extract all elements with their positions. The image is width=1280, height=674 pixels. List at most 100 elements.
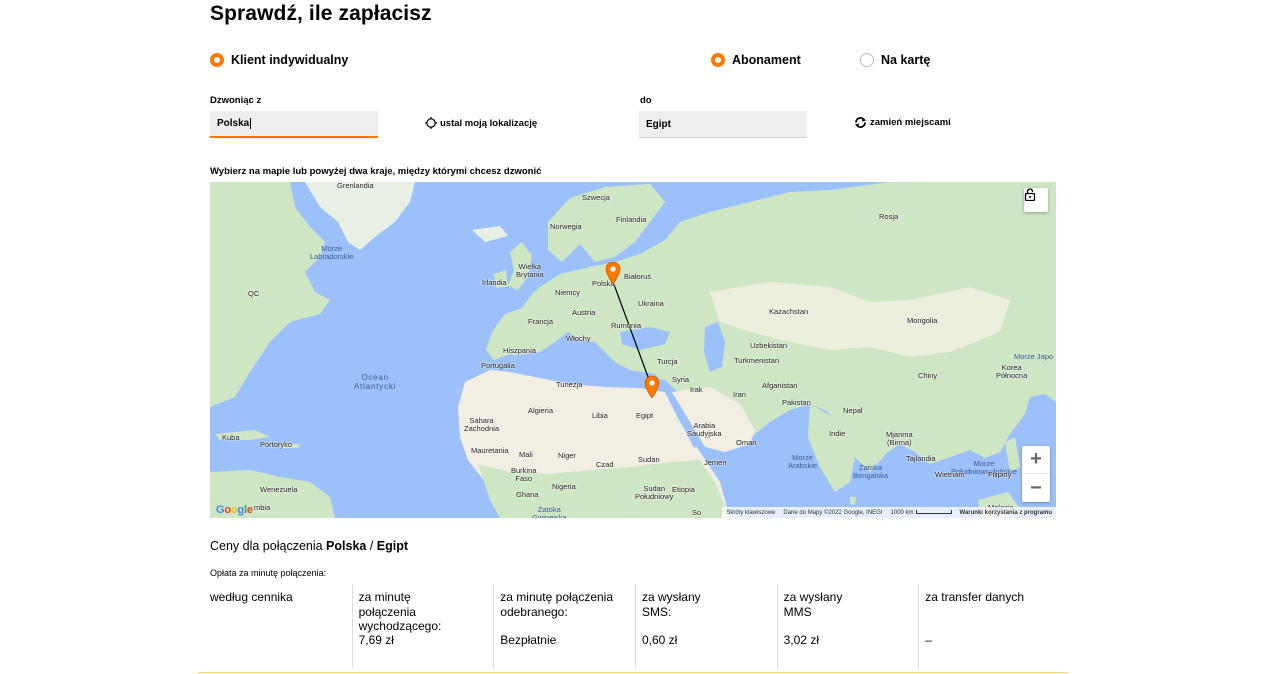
radio-prepaid[interactable]: Na kartę xyxy=(860,53,930,67)
map-label: Mongolia xyxy=(907,316,938,325)
map-pin-origin-icon[interactable] xyxy=(605,262,621,284)
terms-link[interactable]: Warunki korzystania z programu xyxy=(960,510,1052,516)
map-pin-destination-icon[interactable] xyxy=(644,376,660,398)
map-lock-button[interactable] xyxy=(1024,188,1048,212)
map-label: Mali xyxy=(519,450,533,459)
map-label: Wielka Brytania xyxy=(516,262,544,279)
page-title: Sprawdź, ile zapłacisz xyxy=(210,2,432,25)
radio-label: Abonament xyxy=(732,53,801,67)
price-column-header: według cennika xyxy=(210,590,293,604)
map-label: Wenezuela xyxy=(260,485,298,494)
from-country-value: Polska xyxy=(217,118,250,129)
map-label: Rumunia xyxy=(611,321,642,330)
map-label: Portugalia xyxy=(481,361,515,370)
map-label: Sudan Południowy xyxy=(635,484,674,501)
locate-me-label: ustal moją lokalizację xyxy=(440,117,538,129)
map-label: Oman xyxy=(736,438,757,447)
radio-selected-indicator xyxy=(711,53,725,67)
map-label: Jemen xyxy=(704,458,727,467)
map-label: Nepal xyxy=(843,406,863,415)
radio-unselected-indicator xyxy=(860,53,874,67)
map-label: Libia xyxy=(592,411,608,420)
price-value: – xyxy=(925,633,932,647)
price-column-header: za wysłany SMS: xyxy=(641,590,701,619)
map-label: Afganistan xyxy=(762,381,798,390)
map-zoom-control: + − xyxy=(1022,446,1050,502)
map-label: Morze Arabskie xyxy=(788,453,818,470)
map-label: Austria xyxy=(572,308,596,317)
map-label: Niemcy xyxy=(555,288,581,297)
swap-arrows-icon xyxy=(855,117,866,128)
section-divider xyxy=(198,672,1068,673)
map-label: Mauretania xyxy=(471,446,509,455)
map-label: Kuba xyxy=(222,433,240,442)
map-label: mbia xyxy=(254,503,271,512)
map-label: Hiszpania xyxy=(503,346,536,355)
zoom-in-button[interactable]: + xyxy=(1022,446,1050,474)
map-label: Francja xyxy=(528,317,554,326)
crosshair-icon xyxy=(425,117,437,129)
map-label: Zatoka Bengalska xyxy=(853,463,889,480)
map-data-attribution: Dane do Mapy ©2022 Google, INEGI xyxy=(783,509,883,516)
to-country-input[interactable]: Egipt xyxy=(639,111,807,138)
swap-button[interactable]: zamień miejscami xyxy=(854,116,951,129)
map-label: Etiopia xyxy=(672,485,695,494)
radio-individual-client[interactable]: Klient indywidualny xyxy=(210,53,348,67)
price-value: 7,69 zł xyxy=(358,633,394,647)
map-label: So xyxy=(692,508,702,517)
map-label: Szwecja xyxy=(582,193,610,202)
zoom-out-button[interactable]: − xyxy=(1022,474,1050,502)
map-label: Burkina Faso xyxy=(511,466,537,483)
price-column-outgoing: za minutę połączenia wychodzącego: 7,69 … xyxy=(351,584,494,668)
map-label: Turkmenistan xyxy=(734,356,780,365)
from-label: Dzwoniąc z xyxy=(210,95,262,106)
map-label: Finlandia xyxy=(616,215,647,224)
radio-label: Na kartę xyxy=(881,53,931,67)
keyboard-shortcuts-link[interactable]: Skróty klawiszowe xyxy=(726,510,775,516)
price-column-incoming: za minutę połączenia odebranego: Bezpłat… xyxy=(493,584,635,668)
map-label: Indie xyxy=(829,429,846,438)
map-label: Korea Północna xyxy=(996,363,1028,380)
map-label: Algieria xyxy=(528,406,554,415)
map-label: Nigeria xyxy=(552,482,576,491)
price-column-data: za transfer danych – xyxy=(918,584,1060,668)
map-scale: 1000 km xyxy=(891,509,952,516)
map-label: Morze Japo xyxy=(1014,352,1054,361)
to-country-value: Egipt xyxy=(646,118,671,130)
price-column-sms: za wysłany SMS: 0,60 zł xyxy=(634,584,777,668)
map-label: Irlandia xyxy=(482,278,507,287)
price-value: Bezpłatnie xyxy=(500,633,557,647)
map-label: Ukraina xyxy=(638,299,664,308)
map-label: Turcja xyxy=(657,357,678,366)
from-country-input[interactable]: Polska xyxy=(210,111,378,138)
map-label: Norwegia xyxy=(550,222,582,231)
per-minute-label: Opłata za minutę połączenia: xyxy=(210,568,327,578)
map-label: Pakistan xyxy=(782,398,811,407)
map-label: Sahara Zachodnia xyxy=(464,416,500,433)
google-logo: Google xyxy=(216,504,253,516)
map-footer: Skróty klawiszowe Dane do Mapy ©2022 Goo… xyxy=(722,507,1056,518)
map-label: Włochy xyxy=(566,334,591,343)
map-label: Czad xyxy=(596,460,614,469)
prices-title: Ceny dla połączenia Polska / Egipt xyxy=(210,539,409,553)
radio-subscription[interactable]: Abonament xyxy=(711,53,801,67)
map-label: Mjanma (Birma) xyxy=(886,430,913,447)
map-label: Irak xyxy=(690,385,703,394)
price-value: 3,02 zł xyxy=(783,633,819,647)
map-label: Tajlandia xyxy=(906,454,936,463)
world-map[interactable]: Grenlandia Szwecja Finlandia Norwegia Ro… xyxy=(210,182,1056,518)
map-label: Grenlandia xyxy=(337,182,374,190)
map-label: Rosja xyxy=(879,212,899,221)
map-label: Ocean Atlantycki xyxy=(354,373,397,391)
map-label: Arabia Saudyjska xyxy=(687,421,722,438)
locate-me-button[interactable]: ustal moją lokalizację xyxy=(425,117,537,129)
map-label: Białoruś xyxy=(624,272,652,281)
map-label: Kazachstan xyxy=(769,307,809,316)
to-label: do xyxy=(640,95,652,106)
map-label: Syria xyxy=(672,375,690,384)
map-label: Ghana xyxy=(516,490,539,499)
radio-label: Klient indywidualny xyxy=(231,53,349,67)
price-column-tariff: według cennika xyxy=(210,584,352,668)
map-label: Iran xyxy=(733,390,746,399)
price-table: według cennika za minutę połączenia wych… xyxy=(210,584,1060,668)
